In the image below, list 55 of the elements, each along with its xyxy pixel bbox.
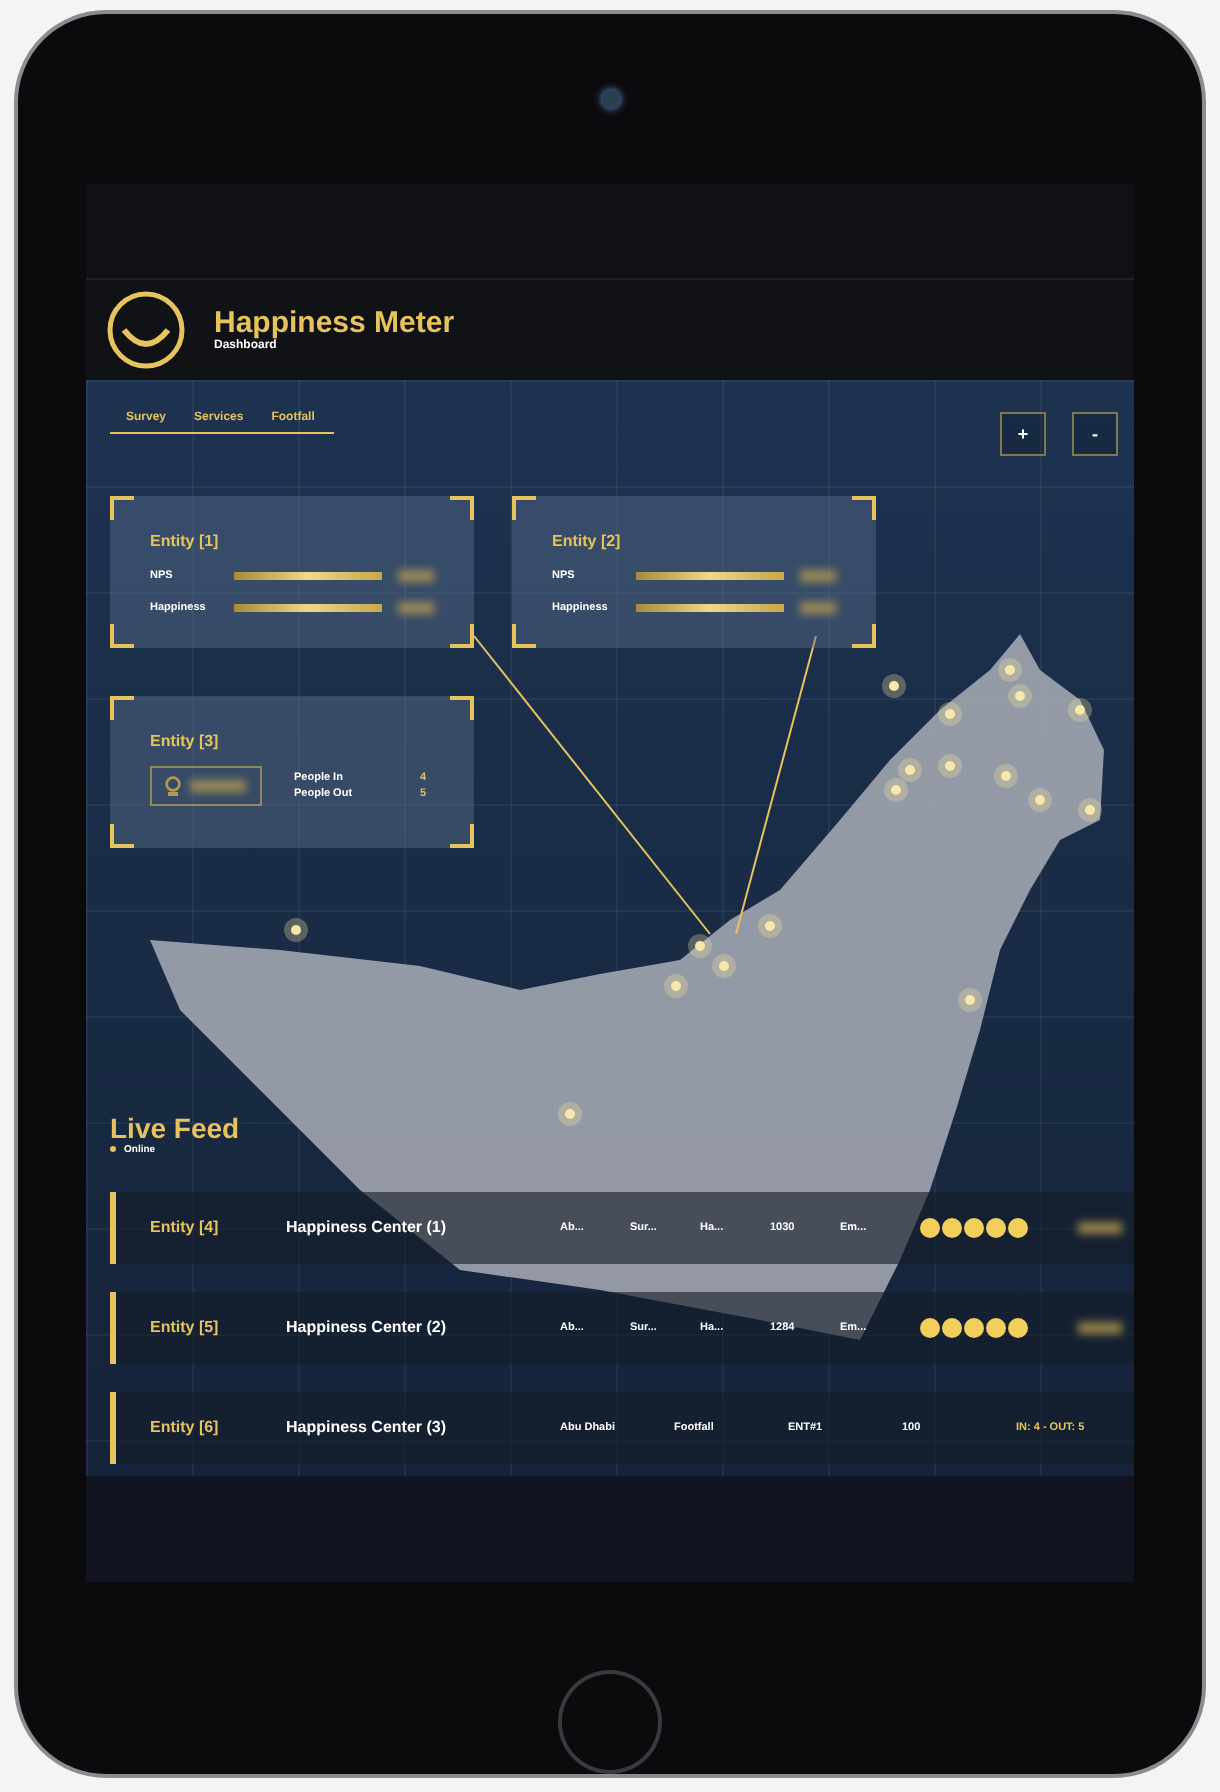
entity-title: Entity [2] bbox=[552, 531, 623, 550]
blurred-value bbox=[398, 569, 434, 582]
location-glow-icon bbox=[1078, 797, 1102, 822]
center-name: Happiness Center (3) bbox=[286, 1418, 449, 1437]
location-glow-icon bbox=[1028, 787, 1052, 812]
blurred-value bbox=[190, 779, 246, 792]
corner-bracket bbox=[852, 495, 876, 520]
corner-bracket bbox=[110, 623, 134, 648]
entity-title: Entity [3] bbox=[150, 731, 221, 750]
center-name: Happiness Center (2) bbox=[286, 1318, 449, 1337]
blurred-value bbox=[800, 601, 836, 614]
location-glow-icon bbox=[664, 973, 688, 998]
location-glow-icon bbox=[998, 657, 1022, 682]
location-glow-icon bbox=[712, 953, 736, 978]
home-button[interactable] bbox=[558, 1670, 662, 1774]
corner-bracket bbox=[450, 495, 474, 520]
corner-bracket bbox=[512, 495, 536, 520]
camera-icon bbox=[601, 90, 619, 108]
corner-bracket bbox=[450, 695, 474, 720]
location-glow-icon bbox=[758, 913, 782, 938]
zoom-button[interactable]: - bbox=[1072, 411, 1118, 456]
entity-label: Entity [6] bbox=[150, 1418, 221, 1437]
section-title: Live Feed bbox=[110, 1111, 240, 1144]
corner-bracket bbox=[852, 623, 876, 648]
status-dot bbox=[110, 1146, 116, 1153]
location-glow-icon bbox=[284, 917, 308, 942]
app-title: Happiness Meter bbox=[214, 306, 455, 341]
location-glow-icon bbox=[938, 701, 962, 726]
blurred-value bbox=[1078, 1221, 1122, 1234]
corner-bracket bbox=[512, 623, 536, 648]
location-glow-icon bbox=[1068, 697, 1092, 722]
zoom-button[interactable]: + bbox=[1000, 411, 1046, 456]
location-glow-icon bbox=[898, 757, 922, 782]
center-name: Happiness Center (1) bbox=[286, 1218, 449, 1237]
smiley-logo-icon bbox=[106, 289, 186, 370]
blurred-value bbox=[1078, 1321, 1122, 1334]
location-glow-icon bbox=[688, 933, 712, 958]
entity-label: Entity [5] bbox=[150, 1318, 221, 1337]
entity-label: Entity [4] bbox=[150, 1218, 221, 1237]
entity-title: Entity [1] bbox=[150, 531, 221, 550]
blurred-value bbox=[800, 569, 836, 582]
award-icon bbox=[164, 775, 182, 796]
corner-bracket bbox=[110, 695, 134, 720]
location-glow-icon bbox=[958, 987, 982, 1012]
location-glow-icon bbox=[1008, 683, 1032, 708]
corner-bracket bbox=[450, 623, 474, 648]
blurred-value bbox=[398, 601, 434, 614]
location-glow-icon bbox=[558, 1101, 582, 1126]
corner-bracket bbox=[110, 823, 134, 848]
location-glow-icon bbox=[884, 777, 908, 802]
corner-bracket bbox=[450, 823, 474, 848]
location-glow-icon bbox=[882, 673, 906, 698]
corner-bracket bbox=[110, 495, 134, 520]
location-glow-icon bbox=[938, 753, 962, 778]
location-glow-icon bbox=[994, 763, 1018, 788]
